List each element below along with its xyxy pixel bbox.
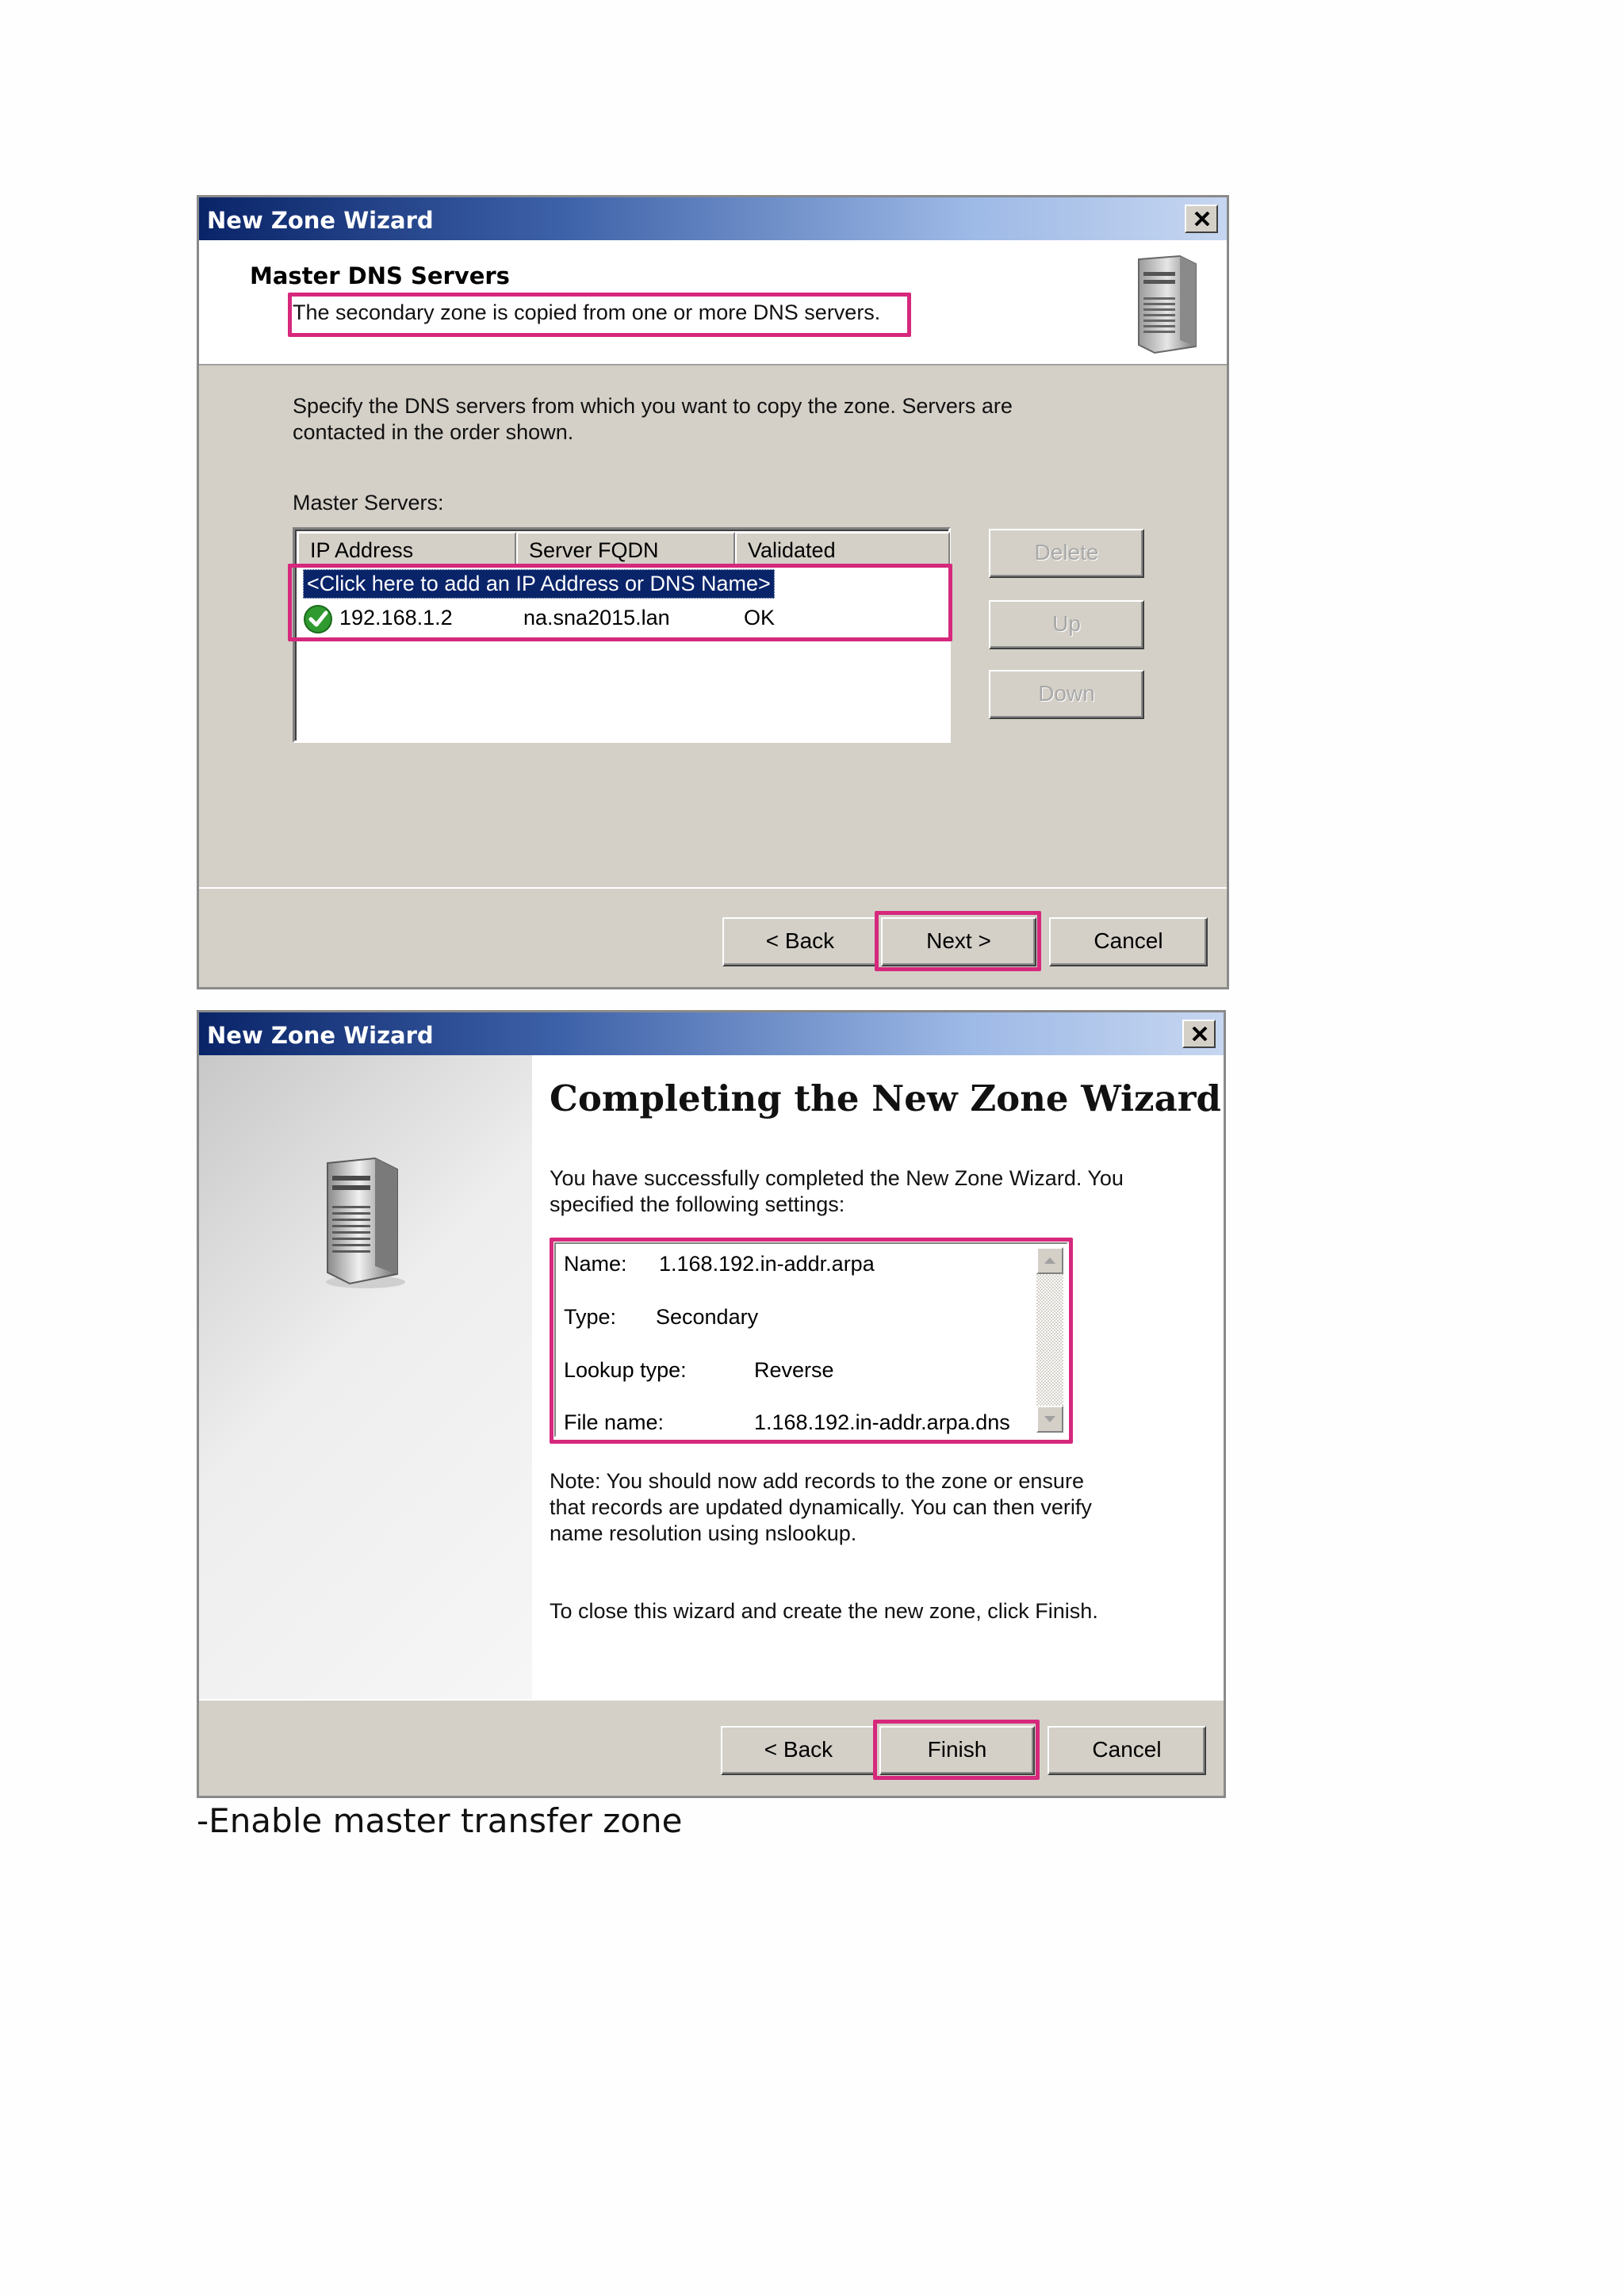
close-button[interactable] (1185, 205, 1218, 233)
instructions-line-1: Specify the DNS servers from which you w… (293, 394, 1013, 418)
next-button-highlight (875, 911, 1041, 971)
title-bar: New Zone Wizard (199, 197, 1227, 240)
down-button[interactable]: Down (989, 670, 1144, 719)
intro-line-1: You have successfully completed the New … (550, 1166, 1124, 1190)
delete-button[interactable]: Delete (989, 529, 1144, 578)
intro-line-2: specified the following settings: (550, 1192, 845, 1216)
completing-heading: Completing the New Zone Wizard (550, 1077, 1221, 1119)
back-button[interactable]: < Back (721, 1726, 876, 1775)
master-servers-label: Master Servers: (293, 491, 444, 515)
back-button[interactable]: < Back (722, 917, 878, 966)
server-icon (1138, 254, 1197, 354)
finish-button-highlight (873, 1720, 1040, 1780)
server-icon (326, 1157, 405, 1288)
note-line-1: Note: You should now add records to the … (550, 1469, 1084, 1493)
close-icon (1194, 212, 1210, 226)
footer-separator (199, 887, 1227, 889)
close-instructions: To close this wizard and create the new … (550, 1599, 1098, 1623)
header-title: Master DNS Servers (250, 262, 510, 289)
close-button[interactable] (1182, 1020, 1216, 1048)
window-title: New Zone Wizard (207, 207, 434, 234)
wizard-side-panel (199, 1055, 532, 1699)
wizard-main-panel: Completing the New Zone Wizard You have … (532, 1055, 1224, 1699)
document-caption: -Enable master transfer zone (197, 1801, 683, 1840)
new-zone-wizard-master-servers-window: New Zone Wizard Master DNS Servers The s… (197, 195, 1229, 989)
note-line-3: name resolution using nslookup. (550, 1521, 857, 1545)
subtitle-highlight (288, 293, 911, 337)
close-icon (1192, 1027, 1208, 1041)
up-button[interactable]: Up (989, 600, 1144, 649)
column-validated[interactable]: Validated (735, 532, 950, 565)
column-server-fqdn[interactable]: Server FQDN (516, 532, 735, 565)
summary-highlight (550, 1238, 1073, 1444)
footer-separator (199, 1699, 1224, 1701)
instructions-line-2: contacted in the order shown. (293, 420, 574, 444)
new-zone-wizard-completing-window: New Zone Wizard Completing the New Zone … (197, 1010, 1226, 1798)
cancel-button[interactable]: Cancel (1048, 1726, 1206, 1775)
title-bar: New Zone Wizard (199, 1012, 1224, 1055)
window-title: New Zone Wizard (207, 1022, 434, 1049)
column-ip-address[interactable]: IP Address (297, 532, 516, 565)
server-list-highlight (288, 564, 952, 641)
note-line-2: that records are updated dynamically. Yo… (550, 1495, 1092, 1519)
cancel-button[interactable]: Cancel (1049, 917, 1208, 966)
